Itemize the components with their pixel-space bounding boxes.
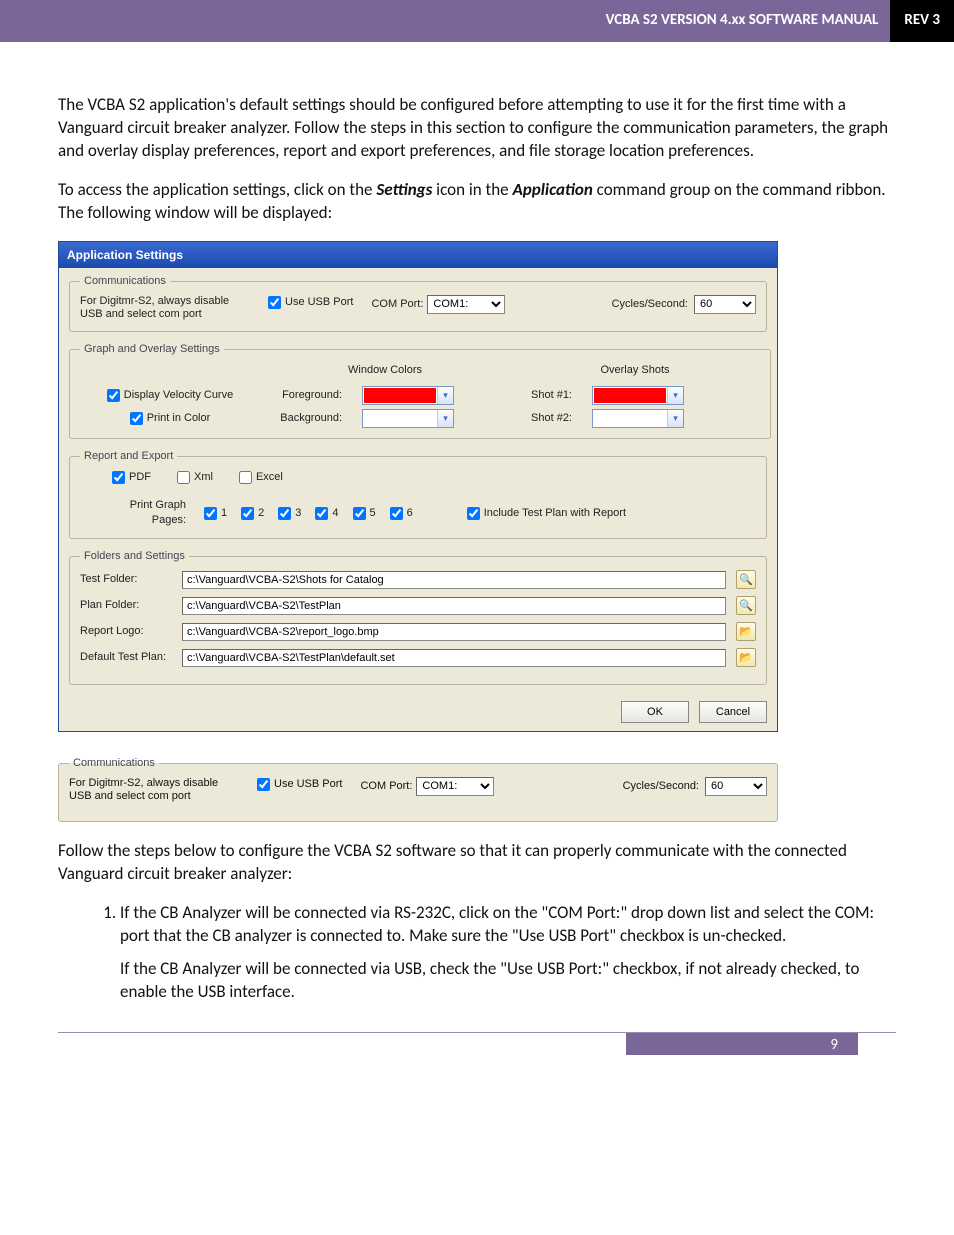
print-graph-pages-label: Print Graph Pages: — [94, 498, 186, 528]
report-export-group: Report and Export PDF Xml Excel Print Gr… — [69, 449, 767, 539]
open-file-icon[interactable]: 📂 — [736, 622, 756, 641]
foreground-label: Foreground: — [280, 388, 350, 403]
page-1-checkbox[interactable]: 1 — [204, 506, 227, 521]
header-spacer — [0, 0, 594, 42]
comport-select[interactable]: COM1: — [427, 295, 505, 314]
background-label: Background: — [280, 411, 350, 426]
shot1-label: Shot #1: — [510, 388, 580, 403]
default-test-plan-row: Default Test Plan: 📂 — [80, 648, 756, 667]
cycles-select-2[interactable]: 60 — [705, 777, 767, 796]
report-logo-row: Report Logo: 📂 — [80, 622, 756, 641]
foreground-color-picker[interactable]: ▾ — [362, 386, 454, 405]
communications-inset: Communications For Digitmr-S2, always di… — [58, 756, 778, 822]
pdf-checkbox[interactable]: PDF — [112, 470, 151, 485]
intro-paragraph-1: The VCBA S2 application's default settin… — [58, 94, 896, 163]
foreground-swatch — [364, 388, 436, 403]
communications-inset-legend: Communications — [69, 756, 159, 771]
dropdown-icon: ▾ — [667, 387, 683, 404]
page-6-checkbox[interactable]: 6 — [390, 506, 413, 521]
shot2-label: Shot #2: — [510, 411, 580, 426]
cycles-label: Cycles/Second: — [612, 297, 688, 312]
follow-steps-paragraph: Follow the steps below to configure the … — [58, 840, 896, 886]
graph-overlay-group: Graph and Overlay Settings Window Colors… — [69, 342, 771, 439]
overlay-shots-heading: Overlay Shots — [510, 363, 760, 378]
display-velocity-checkbox[interactable]: Display Velocity Curve — [80, 386, 260, 405]
folders-legend: Folders and Settings — [80, 549, 189, 564]
dropdown-icon: ▾ — [437, 410, 453, 427]
page-4-checkbox[interactable]: 4 — [315, 506, 338, 521]
test-folder-input[interactable] — [182, 571, 726, 589]
report-logo-input[interactable] — [182, 623, 726, 641]
page-footer: 9 — [58, 1032, 896, 1062]
digitmr-note: For Digitmr-S2, always disable USB and s… — [80, 295, 250, 321]
shot2-swatch — [594, 411, 666, 426]
comport-label: COM Port: — [371, 297, 423, 312]
report-export-legend: Report and Export — [80, 449, 177, 464]
default-test-plan-input[interactable] — [182, 649, 726, 667]
browse-folder-icon[interactable]: 🔍 — [736, 570, 756, 589]
revision-badge: REV 3 — [890, 0, 954, 42]
use-usb-input[interactable] — [268, 296, 281, 309]
dropdown-icon: ▾ — [437, 387, 453, 404]
window-colors-heading: Window Colors — [280, 363, 490, 378]
digitmr-note-2: For Digitmr-S2, always disable USB and s… — [69, 777, 239, 803]
comport-select-2[interactable]: COM1: — [416, 777, 494, 796]
background-swatch — [364, 411, 436, 426]
use-usb-checkbox[interactable]: Use USB Port — [268, 295, 353, 310]
folders-group: Folders and Settings Test Folder: 🔍 Plan… — [69, 549, 767, 685]
print-color-checkbox[interactable]: Print in Color — [80, 409, 260, 428]
shot1-color-picker[interactable]: ▾ — [592, 386, 684, 405]
include-test-plan-checkbox[interactable]: Include Test Plan with Report — [467, 506, 626, 521]
test-folder-row: Test Folder: 🔍 — [80, 570, 756, 589]
use-usb-checkbox-2[interactable]: Use USB Port — [257, 777, 342, 792]
ok-button[interactable]: OK — [621, 701, 689, 723]
step-1: If the CB Analyzer will be connected via… — [120, 902, 896, 1004]
page-body: The VCBA S2 application's default settin… — [0, 42, 954, 1004]
shot1-swatch — [594, 388, 666, 403]
plan-folder-input[interactable] — [182, 597, 726, 615]
browse-folder-icon[interactable]: 🔍 — [736, 596, 756, 615]
plan-folder-row: Plan Folder: 🔍 — [80, 596, 756, 615]
page-5-checkbox[interactable]: 5 — [353, 506, 376, 521]
intro-paragraph-2: To access the application settings, clic… — [58, 179, 896, 225]
xml-checkbox[interactable]: Xml — [177, 470, 213, 485]
settings-dialog: Application Settings Communications For … — [58, 241, 778, 732]
page-2-checkbox[interactable]: 2 — [241, 506, 264, 521]
communications-group: Communications For Digitmr-S2, always di… — [69, 274, 767, 332]
shot2-color-picker[interactable]: ▾ — [592, 409, 684, 428]
open-file-icon[interactable]: 📂 — [736, 648, 756, 667]
page-number: 9 — [830, 1036, 838, 1054]
manual-title: VCBA S2 VERSION 4.xx SOFTWARE MANUAL — [594, 0, 891, 42]
communications-legend: Communications — [80, 274, 170, 289]
steps-list: If the CB Analyzer will be connected via… — [58, 902, 896, 1004]
graph-overlay-legend: Graph and Overlay Settings — [80, 342, 224, 357]
background-color-picker[interactable]: ▾ — [362, 409, 454, 428]
excel-checkbox[interactable]: Excel — [239, 470, 283, 485]
page-header: VCBA S2 VERSION 4.xx SOFTWARE MANUAL REV… — [0, 0, 954, 42]
dropdown-icon: ▾ — [667, 410, 683, 427]
dialog-titlebar: Application Settings — [59, 242, 777, 268]
cancel-button[interactable]: Cancel — [699, 701, 767, 723]
footer-accent — [626, 1033, 858, 1055]
page-3-checkbox[interactable]: 3 — [278, 506, 301, 521]
cycles-select[interactable]: 60 — [694, 295, 756, 314]
